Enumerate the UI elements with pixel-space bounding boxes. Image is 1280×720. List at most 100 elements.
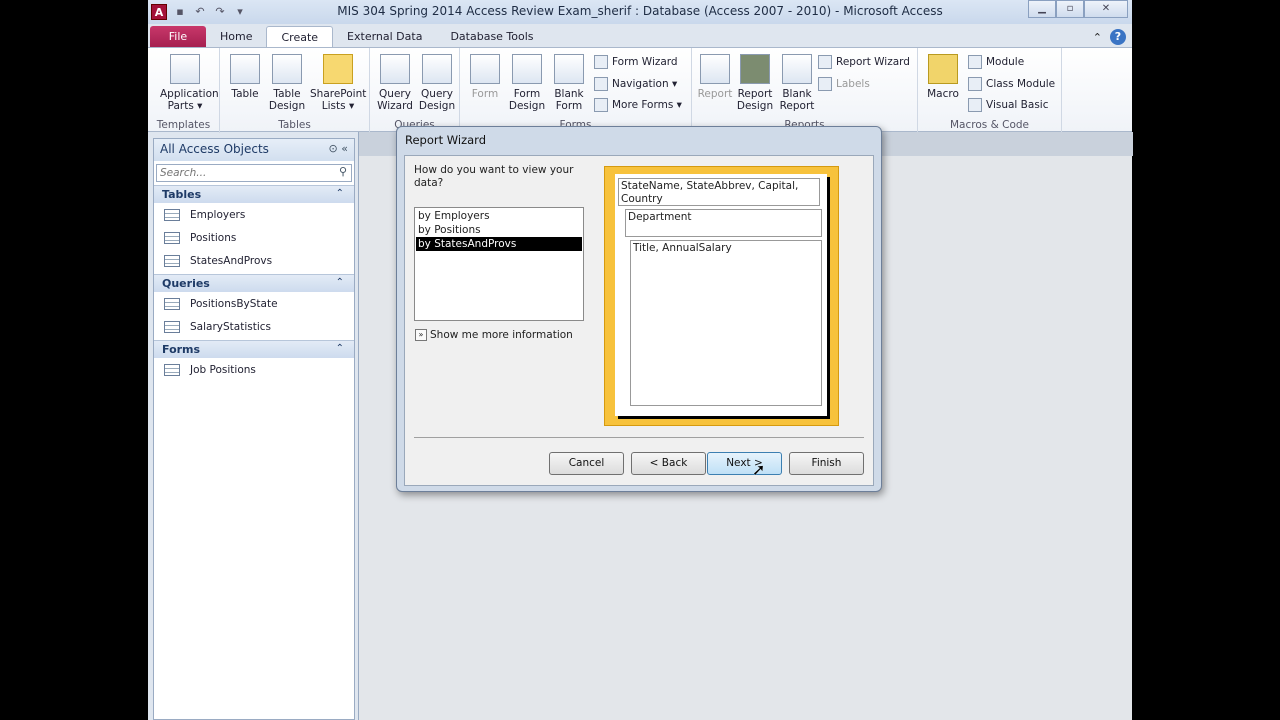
more-forms-icon (594, 98, 608, 112)
application-parts-button[interactable]: Application Parts ▾ (160, 54, 219, 112)
preview-level-2: Department (625, 209, 822, 237)
group-reports: Report Report Design Blank Report Report… (692, 48, 918, 133)
search-input[interactable] (157, 165, 335, 181)
form-design-button[interactable]: Form Design (504, 54, 550, 112)
divider (414, 437, 864, 438)
preview-page: StateName, StateAbbrev, Capital, Country… (615, 174, 827, 416)
macro-scroll-icon (928, 54, 958, 84)
navigation-button[interactable]: Navigation ▾ (594, 77, 677, 91)
help-icon[interactable]: ? (1110, 29, 1126, 45)
dialog-body: How do you want to view your data? by Em… (404, 155, 874, 486)
form-button[interactable]: Form (462, 54, 508, 100)
class-module-button[interactable]: Class Module (968, 77, 1055, 91)
minimize-ribbon-icon[interactable]: ⌃ (1093, 31, 1102, 44)
nav-section-queries[interactable]: Queries ⌃ (154, 274, 354, 292)
labels-icon (818, 77, 832, 91)
mouse-cursor-icon: ➚ (752, 460, 766, 479)
group-templates: Application Parts ▾ Templates (148, 48, 220, 133)
nav-item-employers[interactable]: Employers (154, 203, 354, 226)
table-icon (164, 231, 180, 244)
navigation-pane: All Access Objects⊙ « ⚲ Tables⌃ Employer… (153, 138, 355, 720)
nav-item-statesandprovs[interactable]: StatesAndProvs (154, 249, 354, 272)
nav-item-positionsbystate[interactable]: PositionsByState (154, 292, 354, 315)
labels-button[interactable]: Labels (818, 77, 870, 91)
module-icon (968, 55, 982, 69)
application-parts-icon (170, 54, 200, 84)
form-design-icon (512, 54, 542, 84)
option-by-statesandprovs[interactable]: by StatesAndProvs (416, 237, 582, 251)
blank-report-button[interactable]: Blank Report (774, 54, 820, 112)
close-button[interactable]: ✕ (1084, 0, 1128, 18)
restore-button[interactable]: ▫ (1056, 0, 1084, 18)
show-more-info-button[interactable]: » Show me more information (415, 329, 573, 341)
query-icon (164, 297, 180, 310)
form-icon (164, 363, 180, 376)
report-preview: StateName, StateAbbrev, Capital, Country… (604, 166, 839, 426)
report-wizard-icon (818, 55, 832, 69)
class-module-icon (968, 77, 982, 91)
option-by-employers[interactable]: by Employers (416, 209, 582, 223)
nav-section-forms[interactable]: Forms ⌃ (154, 340, 354, 358)
report-wizard-button[interactable]: Report Wizard (818, 55, 910, 69)
table-design-icon (272, 54, 302, 84)
table-design-button[interactable]: Table Design (264, 54, 310, 112)
ribbon-tabs: File Home Create External Data Database … (148, 26, 1132, 48)
title-bar: A ▪ ↶ ↷ ▾ MIS 304 Spring 2014 Access Rev… (148, 0, 1132, 24)
window-title: MIS 304 Spring 2014 Access Review Exam_s… (337, 4, 943, 18)
query-wizard-icon (380, 54, 410, 84)
sharepoint-lists-button[interactable]: SharePoint Lists ▾ (310, 54, 366, 112)
visual-basic-button[interactable]: Visual Basic (968, 98, 1048, 112)
tab-home[interactable]: Home (206, 26, 266, 48)
view-question: How do you want to view your data? (414, 164, 574, 189)
search-icon[interactable]: ⚲ (335, 165, 351, 181)
tab-file[interactable]: File (150, 26, 206, 48)
view-options-list[interactable]: by Employers by Positions by StatesAndPr… (414, 207, 584, 321)
nav-section-tables[interactable]: Tables ⌃ (154, 185, 354, 203)
tab-database-tools[interactable]: Database Tools (436, 26, 547, 48)
blank-form-button[interactable]: Blank Form (546, 54, 592, 112)
query-design-button[interactable]: Query Design (414, 54, 460, 112)
collapse-icon[interactable]: ⌃ (336, 188, 344, 199)
tab-create[interactable]: Create (266, 26, 334, 48)
nav-item-job-positions[interactable]: Job Positions (154, 358, 354, 381)
query-icon (164, 320, 180, 333)
collapse-icon[interactable]: ⌃ (336, 343, 344, 354)
macro-button[interactable]: Macro (920, 54, 966, 100)
report-design-icon (740, 54, 770, 84)
form-wizard-icon (594, 55, 608, 69)
query-wizard-button[interactable]: Query Wizard (372, 54, 418, 112)
report-wizard-dialog: Report Wizard How do you want to view yo… (396, 126, 882, 492)
more-forms-button[interactable]: More Forms ▾ (594, 98, 682, 112)
back-button[interactable]: < Back (631, 452, 706, 475)
table-button[interactable]: Table (222, 54, 268, 100)
group-forms: Form Form Design Blank Form Form Wizard … (460, 48, 692, 133)
navigation-icon (594, 77, 608, 91)
minimize-button[interactable]: ▁ (1028, 0, 1056, 18)
preview-detail: Title, AnnualSalary (630, 240, 822, 406)
report-design-button[interactable]: Report Design (732, 54, 778, 112)
sharepoint-lists-icon (323, 54, 353, 84)
group-macros-code: Macro Module Class Module Visual Basic M… (918, 48, 1062, 133)
table-icon (164, 208, 180, 221)
blank-form-icon (554, 54, 584, 84)
next-button[interactable]: Next > (707, 452, 782, 475)
nav-item-salarystatistics[interactable]: SalaryStatistics (154, 315, 354, 338)
form-wizard-button[interactable]: Form Wizard (594, 55, 678, 69)
nav-pane-header[interactable]: All Access Objects ⊙ « (154, 139, 354, 161)
collapse-icon[interactable]: ⌃ (336, 277, 344, 288)
option-by-positions[interactable]: by Positions (416, 223, 582, 237)
module-button[interactable]: Module (968, 55, 1024, 69)
dialog-title: Report Wizard (405, 133, 486, 147)
blank-report-icon (782, 54, 812, 84)
report-icon (700, 54, 730, 84)
finish-button[interactable]: Finish (789, 452, 864, 475)
preview-level-1: StateName, StateAbbrev, Capital, Country (618, 178, 820, 206)
nav-pane-controls[interactable]: ⊙ « (329, 142, 348, 155)
ribbon: Application Parts ▾ Templates Table Tabl… (148, 47, 1132, 133)
nav-item-positions[interactable]: Positions (154, 226, 354, 249)
tab-external-data[interactable]: External Data (333, 26, 436, 48)
cancel-button[interactable]: Cancel (549, 452, 624, 475)
group-queries: Query Wizard Query Design Queries (370, 48, 460, 133)
nav-search: ⚲ (156, 164, 352, 182)
expand-chevrons-icon: » (415, 329, 427, 341)
